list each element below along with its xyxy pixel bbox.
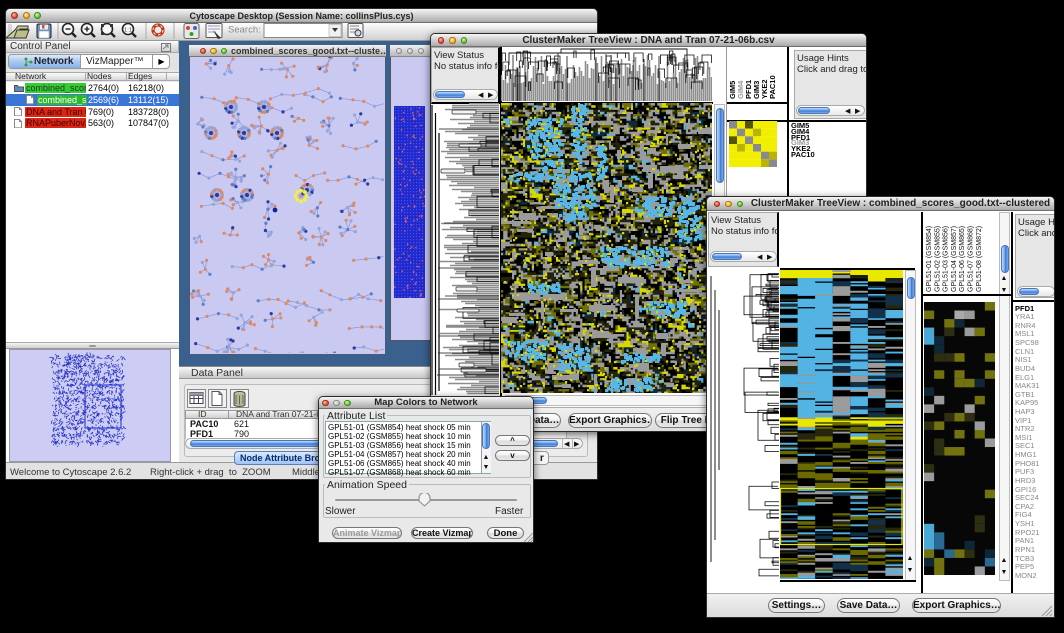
svg-text:GPL51-06 (GSM865): GPL51-06 (GSM865) [959,226,966,292]
svg-text:GPL51-07 (GSM868): GPL51-07 (GSM868) [968,226,975,292]
svg-text:Search:: Search: [228,25,261,36]
svg-text:GPL51-02 (GSM855): GPL51-02 (GSM855) [934,226,941,292]
svg-text:GPL51-04 (GSM857): GPL51-04 (GSM857) [951,226,958,292]
svg-text:GPL51-03 (GSM856): GPL51-03 (GSM856) [943,226,950,292]
svg-text:GPL51-08 (GSM872): GPL51-08 (GSM872) [976,226,983,292]
svg-text:GPL51-01 (GSM854): GPL51-01 (GSM854) [926,226,933,292]
svg-text:PAC10: PAC10 [768,75,777,99]
svg-text:1:1: 1:1 [124,28,132,34]
